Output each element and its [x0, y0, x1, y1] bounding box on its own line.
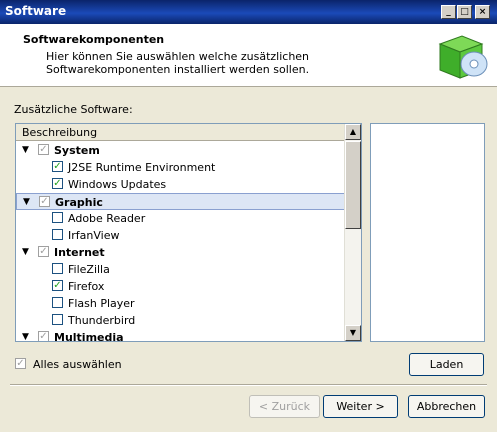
tree-item-row[interactable]: IrfanView — [16, 227, 346, 244]
section-label: Zusätzliche Software: — [14, 103, 133, 116]
tree-checkbox[interactable]: ✓ — [52, 161, 63, 172]
tree-item-row[interactable]: Adobe Reader — [16, 210, 346, 227]
tree-group-row[interactable]: ▼ ✓ Multimedia — [16, 329, 346, 342]
tree-checkbox[interactable]: ✓ — [38, 246, 49, 257]
maximize-button[interactable]: □ — [457, 5, 472, 19]
software-package-icon — [438, 35, 488, 79]
tree-row-label: Thunderbird — [68, 314, 136, 327]
minimize-button[interactable]: _ — [441, 5, 456, 19]
cancel-button[interactable]: Abbrechen — [408, 395, 485, 418]
expand-collapse-icon[interactable]: ▼ — [22, 332, 29, 341]
tree-row-label: Internet — [54, 246, 105, 259]
tree-group-row[interactable]: ▼ ✓ Internet — [16, 244, 346, 261]
close-button[interactable]: × — [475, 5, 490, 19]
tree-row-label: J2SE Runtime Environment — [68, 161, 216, 174]
tree-checkbox[interactable] — [52, 229, 63, 240]
column-header-label: Beschreibung — [22, 126, 98, 139]
back-button[interactable]: < Zurück — [249, 395, 320, 418]
separator — [10, 384, 487, 386]
tree-item-row[interactable]: FileZilla — [16, 261, 346, 278]
column-header[interactable]: Beschreibung — [16, 124, 346, 141]
tree-checkbox[interactable]: ✓ — [52, 280, 63, 291]
laden-button[interactable]: Laden — [409, 353, 484, 376]
tree-item-row[interactable]: ✓ Firefox — [16, 278, 346, 295]
next-button[interactable]: Weiter > — [323, 395, 398, 418]
vertical-scrollbar[interactable]: ▲ ▼ — [344, 124, 361, 341]
tree-checkbox[interactable] — [52, 314, 63, 325]
tree-item-row[interactable]: ✓ Windows Updates — [16, 176, 346, 193]
tree-row-label: System — [54, 144, 100, 157]
scroll-down-button[interactable]: ▼ — [345, 325, 361, 341]
select-all-check[interactable]: ✓ — [15, 358, 26, 369]
tree-row-label: Flash Player — [68, 297, 135, 310]
tree-checkbox[interactable] — [52, 263, 63, 274]
tree-item-row[interactable]: Flash Player — [16, 295, 346, 312]
software-tree[interactable]: Beschreibung ▼ ✓ System ✓ J2SE Runtime Envir… — [15, 123, 362, 342]
scroll-thumb[interactable] — [345, 141, 361, 229]
wizard-header: Softwarekomponenten Hier können Sie ausw… — [0, 24, 497, 87]
tree-group-row[interactable]: ▼ ✓ System — [16, 142, 346, 159]
header-description: Hier können Sie auswählen welche zusätzl… — [46, 50, 310, 76]
tree-row-label: Adobe Reader — [68, 212, 146, 225]
scroll-up-button[interactable]: ▲ — [345, 124, 361, 140]
tree-checkbox[interactable]: ✓ — [52, 178, 63, 189]
expand-collapse-icon[interactable]: ▼ — [22, 247, 29, 257]
tree-item-row[interactable]: Thunderbird — [16, 312, 346, 329]
tree-row-label: IrfanView — [68, 229, 120, 242]
description-panel — [370, 123, 485, 342]
select-all-label: Alles auswählen — [33, 358, 122, 371]
tree-item-row[interactable]: ✓ J2SE Runtime Environment — [16, 159, 346, 176]
expand-collapse-icon[interactable]: ▼ — [23, 197, 30, 207]
tree-checkbox[interactable]: ✓ — [39, 196, 50, 207]
title-bar: Software _ □ × — [0, 0, 497, 24]
tree-row-label: Graphic — [55, 196, 103, 209]
expand-collapse-icon[interactable]: ▼ — [22, 145, 29, 155]
header-title: Softwarekomponenten — [23, 33, 165, 46]
tree-row-label: Multimedia — [54, 331, 124, 342]
tree-row-label: Firefox — [68, 280, 105, 293]
tree-checkbox[interactable]: ✓ — [38, 144, 49, 155]
window-title: Software — [5, 4, 67, 18]
tree-checkbox[interactable] — [52, 212, 63, 223]
tree-checkbox[interactable] — [52, 297, 63, 308]
tree-row-label: Windows Updates — [68, 178, 167, 191]
tree-row-label: FileZilla — [68, 263, 110, 276]
tree-group-row[interactable]: ▼ ✓ Graphic — [16, 193, 346, 210]
tree-checkbox[interactable]: ✓ — [38, 331, 49, 341]
